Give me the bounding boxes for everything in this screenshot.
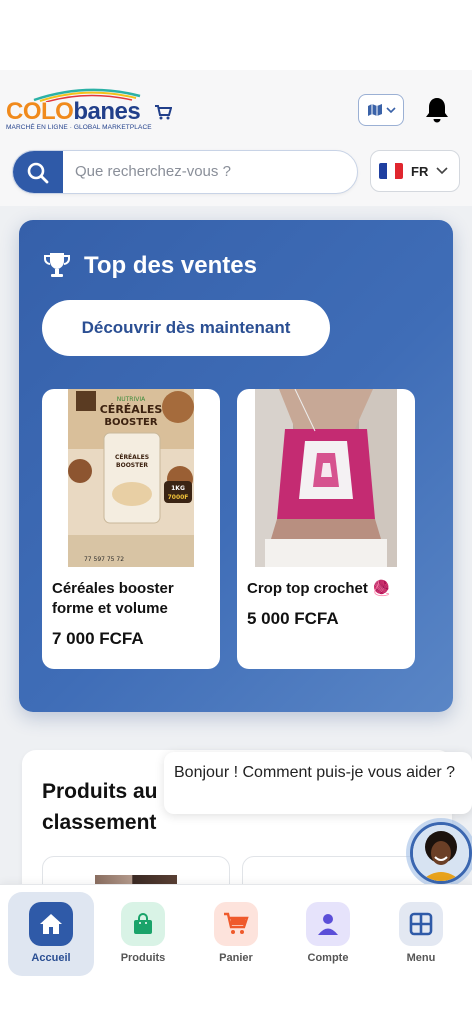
svg-text:7000F: 7000F — [168, 494, 189, 501]
nav-item-accueil[interactable]: Accueil — [8, 892, 94, 976]
nav-label: Menu — [406, 952, 436, 964]
logo-word-banes: banes — [73, 98, 141, 125]
nav-label: Produits — [120, 952, 166, 964]
logo-tagline: MARCHÉ EN LIGNE · GLOBAL MARKETPLACE — [6, 124, 152, 131]
france-flag-icon — [379, 163, 403, 179]
nav-label: Compte — [307, 952, 349, 964]
map-icon — [367, 104, 382, 116]
logo-word-colo: COLO — [6, 98, 74, 125]
nav-label: Panier — [219, 952, 253, 964]
ranking-title: Produits au classement — [42, 780, 158, 834]
svg-text:1KG: 1KG — [171, 485, 185, 492]
search-icon — [27, 162, 49, 184]
brand-logo[interactable]: COLObanes MARCHÉ EN LIGNE · GLOBAL MARKE… — [6, 88, 186, 138]
chat-bubble[interactable]: Bonjour ! Comment puis-je vous aider ? — [164, 752, 472, 814]
nav-item-compte[interactable]: Compte — [285, 892, 371, 976]
trophy-icon — [44, 253, 70, 277]
product-image-crop-top[interactable] — [255, 389, 397, 567]
status-bar-area — [0, 0, 472, 70]
nav-label: Accueil — [31, 952, 71, 964]
product-price: 7 000 FCFA — [52, 629, 144, 648]
chevron-down-icon — [436, 167, 448, 175]
svg-text:77 597 75 72: 77 597 75 72 — [84, 556, 124, 563]
nav-item-produits[interactable]: Produits — [100, 892, 186, 976]
grid-icon — [399, 902, 443, 946]
bottom-safe-area — [0, 980, 472, 1024]
cart-icon — [214, 902, 258, 946]
chevron-down-icon — [385, 107, 396, 113]
svg-text:BOOSTER: BOOSTER — [116, 462, 148, 469]
product-card[interactable]: Crop top crochet 🧶 5 000 FCFA — [237, 389, 415, 669]
bell-icon[interactable] — [424, 96, 450, 124]
search-button[interactable] — [13, 151, 63, 193]
chat-assistant-avatar[interactable] — [410, 822, 472, 884]
discover-now-button[interactable]: Découvrir dès maintenant — [42, 300, 330, 356]
nav-item-panier[interactable]: Panier — [193, 892, 279, 976]
logo-cart-icon — [155, 105, 172, 120]
language-selector[interactable]: FR — [370, 150, 460, 192]
search-input[interactable] — [75, 151, 355, 192]
map-button[interactable] — [358, 94, 404, 126]
home-icon — [29, 902, 73, 946]
product-name[interactable]: Céréales booster forme et volume — [52, 579, 212, 619]
product-card[interactable]: NUTRIVIA CÉRÉALES BOOSTER CÉRÉALES BOOST… — [42, 389, 220, 669]
assistant-avatar-icon — [413, 825, 469, 881]
language-code: FR — [411, 163, 429, 179]
product-name[interactable]: Crop top crochet 🧶 — [247, 579, 407, 599]
product-image-cereales[interactable]: NUTRIVIA CÉRÉALES BOOSTER CÉRÉALES BOOST… — [68, 389, 194, 567]
product-price: 5 000 FCFA — [247, 609, 339, 628]
svg-text:CÉRÉALES: CÉRÉALES — [115, 453, 149, 461]
logo-wordmark: COLObanes — [6, 98, 141, 125]
nav-item-menu[interactable]: Menu — [378, 892, 464, 976]
search-bar — [12, 150, 358, 194]
svg-text:BOOSTER: BOOSTER — [104, 417, 157, 428]
user-icon — [306, 902, 350, 946]
svg-text:NUTRIVIA: NUTRIVIA — [117, 396, 146, 403]
top-sales-title: Top des ventes — [84, 252, 257, 279]
svg-text:CÉRÉALES: CÉRÉALES — [100, 403, 163, 416]
app-screen: COLObanes MARCHÉ EN LIGNE · GLOBAL MARKE… — [0, 0, 472, 1024]
shopping-bag-icon — [121, 902, 165, 946]
